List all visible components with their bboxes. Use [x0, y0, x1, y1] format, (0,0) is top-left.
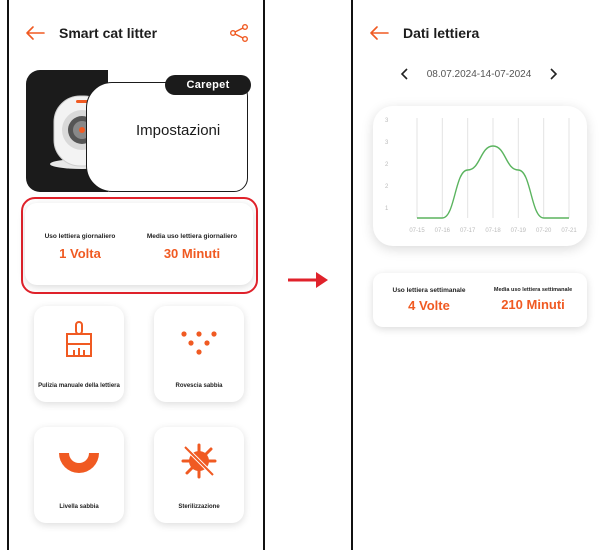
settings-card[interactable]: Carepet Impostazioni — [26, 70, 251, 192]
daily-usage-value: 1 Volta — [59, 246, 101, 261]
daily-usage-card: Uso lettiera giornaliero 1 Volta Media u… — [25, 203, 253, 285]
brand-logo: Carepet — [165, 75, 251, 95]
level-sand-tile[interactable]: Livella sabbia — [34, 427, 124, 523]
right-phone-screen: Dati lettiera 08.07.2024-14-07-2024 07-1… — [351, 0, 601, 550]
y-tick-label: 2 — [385, 184, 389, 190]
weekly-average-stat: Media uso lettiera settimanale 210 Minut… — [481, 287, 585, 312]
manual-clean-label: Pulizia manuale della lettiera — [38, 383, 120, 389]
y-tick-label: 3 — [385, 118, 389, 124]
usage-chart-card: 07-15 07-16 07-17 07-18 07-19 07-20 07-21 1 2 2 3 3 — [373, 106, 587, 246]
broom-icon — [66, 321, 92, 357]
chevron-left-icon[interactable] — [399, 68, 411, 80]
sterilization-tile[interactable]: Sterilizzazione — [154, 427, 244, 523]
back-arrow-icon[interactable] — [25, 25, 45, 41]
weekly-usage-value: 4 Volte — [408, 298, 450, 313]
page-title: Smart cat litter — [59, 25, 158, 41]
x-tick-label: 07-21 — [561, 228, 577, 234]
level-sand-label: Livella sabbia — [59, 504, 99, 510]
chevron-right-icon[interactable] — [547, 68, 559, 80]
header: Smart cat litter — [25, 22, 249, 44]
daily-average-value: 30 Minuti — [163, 246, 221, 261]
x-tick-label: 07-19 — [511, 228, 527, 234]
manual-clean-tile[interactable]: Pulizia manuale della lettiera — [34, 306, 124, 402]
transition-arrow-icon — [288, 272, 328, 288]
x-tick-label: 07-20 — [536, 228, 552, 234]
settings-label: Impostazioni — [136, 122, 221, 139]
x-tick-label: 07-17 — [460, 228, 476, 234]
y-tick-label: 3 — [385, 140, 389, 146]
y-tick-label: 2 — [385, 162, 389, 168]
virus-crossed-icon — [181, 443, 217, 479]
share-icon[interactable] — [229, 24, 249, 42]
sterilization-label: Sterilizzazione — [178, 504, 220, 510]
page-title: Dati lettiera — [403, 25, 480, 41]
daily-usage-label: Uso lettiera giornaliero — [44, 233, 116, 240]
usage-line-chart: 07-15 07-16 07-17 07-18 07-19 07-20 07-21 1 2 2 3 3 — [385, 118, 577, 234]
date-range-selector: 08.07.2024-14-07-2024 — [399, 66, 559, 82]
empty-sand-label: Rovescia sabbia — [175, 383, 223, 389]
date-range-label: 08.07.2024-14-07-2024 — [426, 68, 532, 80]
daily-average-stat: Media uso lettiera giornaliero 30 Minuti — [137, 233, 247, 261]
weekly-usage-stat: Uso lettiera settimanale 4 Volte — [377, 287, 481, 313]
daily-usage-stat: Uso lettiera giornaliero 1 Volta — [31, 233, 129, 261]
x-tick-label: 07-16 — [435, 228, 451, 234]
weekly-usage-card: Uso lettiera settimanale 4 Volte Media u… — [373, 273, 587, 327]
header: Dati lettiera — [369, 22, 587, 44]
empty-sand-tile[interactable]: Rovescia sabbia — [154, 306, 244, 402]
semicircle-icon — [59, 453, 99, 473]
x-tick-label: 07-15 — [409, 228, 425, 234]
daily-average-label: Media uso lettiera giornaliero — [146, 233, 238, 240]
back-arrow-icon[interactable] — [369, 25, 389, 41]
y-tick-label: 1 — [385, 206, 389, 212]
left-phone-screen: Smart cat litter Carepet Impostazioni Us… — [7, 0, 265, 550]
weekly-average-label: Media uso lettiera settimanale — [493, 287, 573, 293]
weekly-average-value: 210 Minuti — [501, 297, 565, 312]
dots-triangle-icon — [181, 331, 217, 355]
brand-name: Carepet — [186, 79, 230, 91]
weekly-usage-label: Uso lettiera settimanale — [392, 287, 466, 294]
x-tick-label: 07-18 — [485, 228, 501, 234]
